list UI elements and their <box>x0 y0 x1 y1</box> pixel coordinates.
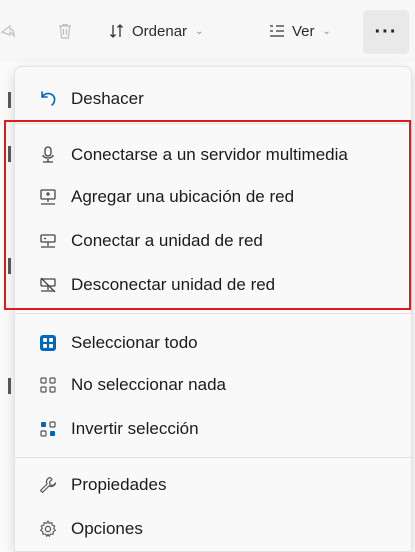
menu-divider <box>15 457 411 458</box>
menu-item-label: Propiedades <box>71 475 167 494</box>
menu-item-select-all[interactable]: Seleccionar todo <box>25 323 403 363</box>
background-fragment <box>8 378 11 394</box>
sort-icon <box>110 24 123 38</box>
menu-item-label: Deshacer <box>71 89 144 108</box>
chevron-down-icon: ⌄ <box>322 25 331 37</box>
sort-button[interactable]: Ordenar ⌄ <box>108 18 203 44</box>
undo-icon <box>37 88 59 110</box>
menu-item-label: Seleccionar todo <box>71 333 198 352</box>
share-icon[interactable] <box>0 18 16 44</box>
chevron-down-icon: ⌄ <box>195 25 204 37</box>
menu-item-undo[interactable]: Deshacer <box>25 79 403 119</box>
highlight-box <box>4 120 411 310</box>
menu-item-properties[interactable]: Propiedades <box>25 465 403 505</box>
menu-item-label: Invertir selección <box>71 419 199 438</box>
command-bar: Ordenar ⌄ Ver ⌄ ··· <box>0 0 415 62</box>
see-more-button[interactable]: ··· <box>363 10 409 54</box>
gear-icon <box>37 518 59 540</box>
view-label: Ver <box>292 22 315 40</box>
sort-label: Ordenar <box>132 22 188 40</box>
properties-icon <box>37 474 59 496</box>
view-button[interactable]: Ver ⌄ <box>268 18 331 44</box>
menu-item-label: No seleccionar nada <box>71 375 226 394</box>
background-fragment <box>8 92 11 108</box>
view-icon <box>270 25 284 37</box>
menu-divider <box>15 313 411 314</box>
select-none-icon <box>37 374 59 396</box>
invert-selection-icon <box>37 418 59 440</box>
menu-item-invert-selection[interactable]: Invertir selección <box>25 409 403 449</box>
menu-item-select-none[interactable]: No seleccionar nada <box>25 365 403 405</box>
delete-icon[interactable] <box>56 18 74 44</box>
menu-item-options[interactable]: Opciones <box>25 509 403 549</box>
select-all-icon <box>37 332 59 354</box>
menu-item-label: Opciones <box>71 519 143 538</box>
